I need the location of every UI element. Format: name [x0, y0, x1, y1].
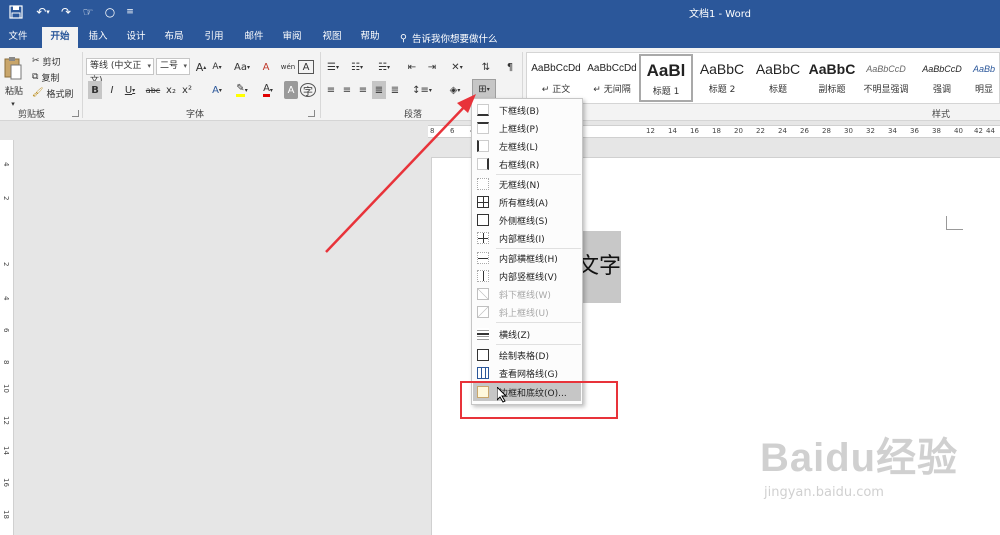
mouse-cursor-icon: [497, 387, 507, 403]
baidu-watermark: Baidu经验 jingyan.baidu.com: [760, 436, 959, 500]
